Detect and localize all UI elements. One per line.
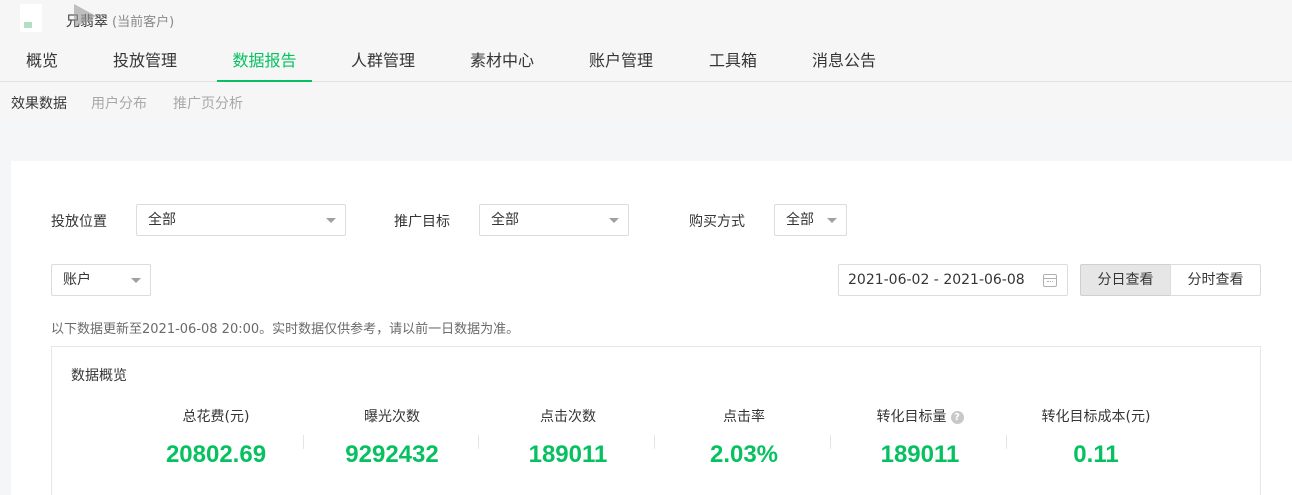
metric-label: 总花费(元) [182, 409, 250, 425]
metric-label: 转化目标量? [832, 406, 1008, 426]
goal-select[interactable]: 全部 [479, 204, 629, 236]
help-icon[interactable]: ? [950, 411, 964, 424]
metric-label: 点击率 [723, 409, 765, 425]
date-range-value: 2021-06-02 - 2021-06-08 [848, 272, 1025, 288]
logo-mark [24, 22, 32, 28]
purchase-select[interactable]: 全部 [774, 204, 847, 236]
overview-title: 数据概览 [71, 368, 127, 384]
chevron-down-icon [827, 218, 837, 223]
divider [1006, 435, 1007, 449]
chevron-down-icon [326, 218, 336, 223]
metric-value: 9292432 [345, 441, 439, 468]
tab-toolbox[interactable]: 工具箱 [700, 42, 766, 82]
tab-campaign-management[interactable]: 投放管理 [104, 42, 186, 82]
tab-data-report[interactable]: 数据报告 [217, 42, 312, 82]
metric-value: 189011 [528, 441, 608, 468]
metric-label: 曝光次数 [364, 409, 420, 425]
tab-account-management[interactable]: 账户管理 [580, 42, 662, 82]
subtab-landing-page-analysis[interactable]: 推广页分析 [173, 93, 243, 113]
logo [20, 4, 42, 32]
placement-value: 全部 [148, 212, 176, 228]
sub-nav: 效果数据 用户分布 推广页分析 [0, 83, 1292, 121]
data-overview-card: 数据概览 总花费(元) 20802.69 曝光次数 9292432 点击次数 1… [51, 346, 1261, 495]
goal-label: 推广目标 [394, 214, 450, 230]
divider [478, 435, 479, 449]
chevron-down-icon [609, 218, 619, 223]
tab-audience-management[interactable]: 人群管理 [342, 42, 424, 82]
placement-label: 投放位置 [51, 214, 107, 230]
metric-value: 2.03% [709, 441, 779, 468]
calendar-icon [1043, 274, 1057, 287]
dimension-select[interactable]: 账户 [51, 264, 151, 296]
metric-label: 点击次数 [540, 409, 596, 425]
play-icon [74, 4, 96, 28]
goal-value: 全部 [491, 212, 519, 228]
metric-value: 20802.69 [165, 441, 267, 468]
subtab-performance-data[interactable]: 效果数据 [11, 93, 67, 113]
divider [830, 435, 831, 449]
purchase-label: 购买方式 [689, 214, 745, 230]
tab-announcements[interactable]: 消息公告 [803, 42, 885, 82]
chevron-down-icon [131, 278, 141, 283]
tab-asset-center[interactable]: 素材中心 [461, 42, 543, 82]
metric-value: 0.11 [1073, 441, 1119, 468]
purchase-value: 全部 [786, 212, 814, 228]
metric-label-text: 转化目标量 [876, 409, 947, 425]
main-nav: 概览 投放管理 数据报告 人群管理 素材中心 账户管理 工具箱 消息公告 [0, 42, 1292, 82]
top-bar: 兄翡翠 (当前客户) [0, 0, 1292, 42]
metric-label: 转化目标成本(元) [1041, 409, 1151, 425]
data-update-notice: 以下数据更新至2021-06-08 20:00。实时数据仅供参考，请以前一日数据… [51, 322, 520, 337]
dimension-value: 账户 [63, 272, 91, 288]
divider [654, 435, 655, 449]
date-range-picker[interactable]: 2021-06-02 - 2021-06-08 [838, 264, 1068, 296]
account-tag: (当前客户) [112, 15, 175, 30]
subtab-user-distribution[interactable]: 用户分布 [91, 93, 147, 113]
metric-value: 189011 [880, 441, 960, 468]
tab-overview[interactable]: 概览 [13, 42, 71, 82]
daily-view-button[interactable]: 分日查看 [1080, 264, 1171, 296]
hourly-view-button[interactable]: 分时查看 [1170, 264, 1261, 296]
placement-select[interactable]: 全部 [136, 204, 346, 236]
